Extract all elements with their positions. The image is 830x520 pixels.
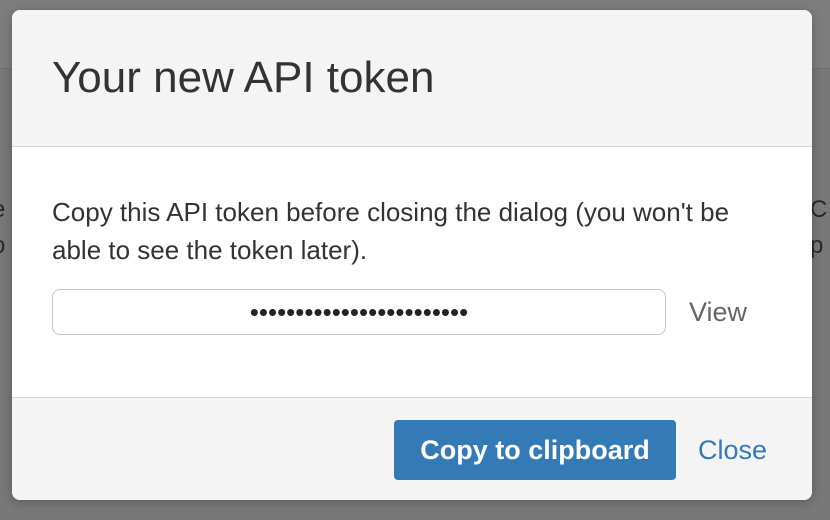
background-text-right: C p — [810, 192, 827, 264]
background-text-left: e o — [0, 192, 5, 264]
dialog-body: Copy this API token before closing the d… — [12, 147, 812, 397]
background-text-right-line2: p — [810, 232, 824, 259]
copy-to-clipboard-button[interactable]: Copy to clipboard — [394, 420, 676, 480]
api-token-field[interactable] — [52, 289, 666, 335]
api-token-dialog: Your new API token Copy this API token b… — [12, 10, 812, 500]
dialog-message: Copy this API token before closing the d… — [52, 197, 730, 265]
close-link[interactable]: Close — [698, 432, 767, 468]
dialog-footer: Copy to clipboard Close — [12, 397, 812, 500]
background-text-left-line1: e — [0, 192, 5, 228]
background-text-right-line1: C — [810, 196, 828, 223]
dialog-title: Your new API token — [52, 53, 435, 102]
background-text-left-line2: o — [0, 228, 5, 264]
dialog-header: Your new API token — [12, 10, 812, 147]
view-token-link[interactable]: View — [689, 293, 747, 331]
